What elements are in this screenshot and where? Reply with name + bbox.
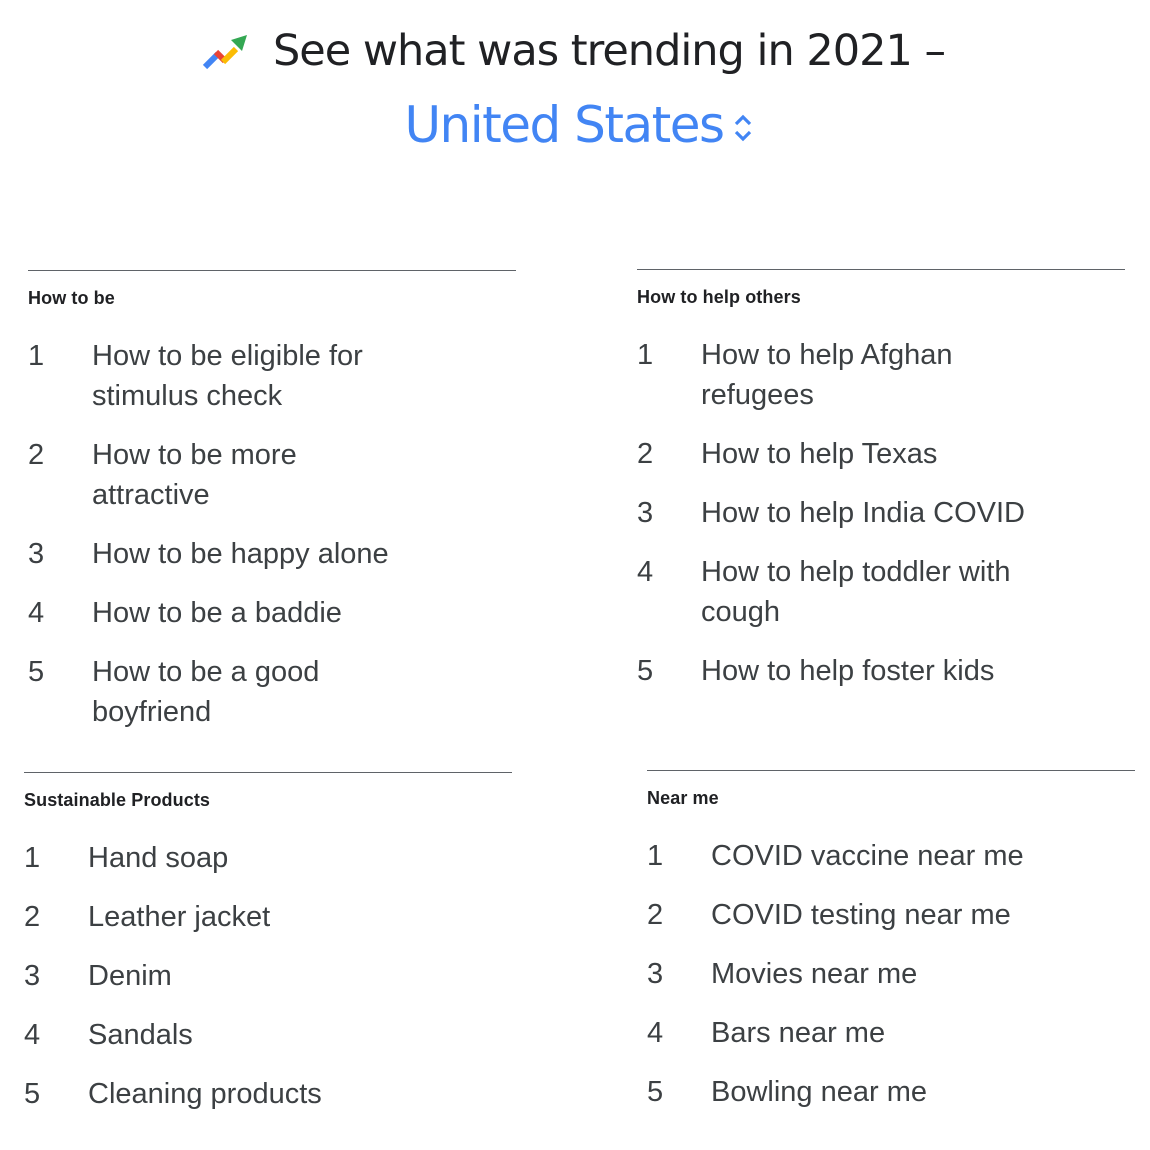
rank-number: 4 <box>637 556 654 588</box>
list-item[interactable]: 4 Sandals <box>24 1015 512 1055</box>
page-title: See what was trending in 2021 – <box>273 26 946 76</box>
list-item[interactable]: 1 COVID vaccine near me <box>647 836 1135 876</box>
section-title: How to be <box>28 288 115 308</box>
list-item[interactable]: 3 How to be happy alone <box>28 534 516 574</box>
trend-list: 1 How to help Afghan refugees 2 How to hel… <box>637 335 1125 691</box>
rank-number: 2 <box>24 901 41 933</box>
trend-text[interactable]: How to be eligible for stimulus check <box>92 336 392 416</box>
list-item[interactable]: 4 Bars near me <box>647 1013 1135 1053</box>
trend-text[interactable]: How to help India COVID <box>701 493 1025 533</box>
list-item[interactable]: 3 How to help India COVID <box>637 493 1125 533</box>
rank-number: 4 <box>24 1019 41 1051</box>
list-item[interactable]: 2 How to be more attractive <box>28 435 516 515</box>
page-header: See what was trending in 2021 – United S… <box>0 0 1150 170</box>
rank-number: 4 <box>647 1017 664 1049</box>
rank-number: 1 <box>28 340 45 372</box>
trend-list: 1 COVID vaccine near me 2 COVID testing ne… <box>647 836 1135 1112</box>
trend-text[interactable]: How to help Afghan refugees <box>701 335 1031 415</box>
rank-number: 2 <box>647 899 664 931</box>
trend-text[interactable]: How to be a good boyfriend <box>92 652 392 732</box>
rank-number: 5 <box>637 655 654 687</box>
list-item[interactable]: 5 Bowling near me <box>647 1072 1135 1112</box>
trend-text[interactable]: How to help foster kids <box>701 651 994 691</box>
region-name[interactable]: United States <box>404 96 725 154</box>
title-row: See what was trending in 2021 – <box>0 26 1150 76</box>
trend-text[interactable]: COVID vaccine near me <box>711 836 1024 876</box>
rank-number: 3 <box>637 497 654 529</box>
section-title: Sustainable Products <box>24 790 211 810</box>
rank-number: 5 <box>24 1078 41 1110</box>
trend-text[interactable]: Leather jacket <box>88 897 270 937</box>
rank-number: 1 <box>24 842 41 874</box>
list-item[interactable]: 3 Denim <box>24 956 512 996</box>
section-divider <box>637 269 1125 270</box>
trending-arrow-icon <box>202 35 247 70</box>
list-item[interactable]: 1 How to be eligible for stimulus check <box>28 336 516 416</box>
list-item[interactable]: 4 How to help toddler with cough <box>637 552 1125 632</box>
region-selector[interactable]: United States <box>404 96 753 154</box>
section-sustainable-products: Sustainable Products 1 Hand soap 2 Leather… <box>24 772 512 1133</box>
rank-number: 4 <box>28 597 45 629</box>
section-divider <box>28 270 516 271</box>
rank-number: 5 <box>28 656 45 688</box>
trend-text[interactable]: How to help Texas <box>701 434 937 474</box>
rank-number: 5 <box>647 1076 664 1108</box>
rank-number: 3 <box>647 958 664 990</box>
trend-text[interactable]: How to be more attractive <box>92 435 392 515</box>
list-item[interactable]: 4 How to be a baddie <box>28 593 516 633</box>
region-row: United States <box>0 96 1150 154</box>
section-how-to-be: How to be 1 How to be eligible for stimul… <box>28 270 516 751</box>
section-divider <box>24 772 512 773</box>
list-item[interactable]: 5 Cleaning products <box>24 1074 512 1114</box>
trend-text[interactable]: Hand soap <box>88 838 228 878</box>
list-item[interactable]: 3 Movies near me <box>647 954 1135 994</box>
trend-text[interactable]: Sandals <box>88 1015 193 1055</box>
up-down-chevron-icon[interactable] <box>732 111 754 145</box>
list-item[interactable]: 1 How to help Afghan refugees <box>637 335 1125 415</box>
trend-list: 1 How to be eligible for stimulus check 2… <box>28 336 516 732</box>
section-how-to-help-others: How to help others 1 How to help Afghan r… <box>637 269 1125 710</box>
section-title: Near me <box>647 788 719 808</box>
list-item[interactable]: 5 How to help foster kids <box>637 651 1125 691</box>
section-title: How to help others <box>637 287 801 307</box>
trend-text[interactable]: How to be happy alone <box>92 534 389 574</box>
list-item[interactable]: 2 COVID testing near me <box>647 895 1135 935</box>
trend-text[interactable]: How to help toddler with cough <box>701 552 1031 632</box>
list-item[interactable]: 2 Leather jacket <box>24 897 512 937</box>
list-item[interactable]: 1 Hand soap <box>24 838 512 878</box>
rank-number: 2 <box>28 439 45 471</box>
trend-text[interactable]: Denim <box>88 956 172 996</box>
trend-text[interactable]: Movies near me <box>711 954 917 994</box>
list-item[interactable]: 2 How to help Texas <box>637 434 1125 474</box>
trend-text[interactable]: COVID testing near me <box>711 895 1011 935</box>
section-near-me: Near me 1 COVID vaccine near me 2 COVID te… <box>647 770 1135 1131</box>
section-divider <box>647 770 1135 771</box>
trend-text[interactable]: Bowling near me <box>711 1072 927 1112</box>
trend-text[interactable]: How to be a baddie <box>92 593 342 633</box>
trend-text[interactable]: Cleaning products <box>88 1074 322 1114</box>
rank-number: 3 <box>24 960 41 992</box>
trend-list: 1 Hand soap 2 Leather jacket 3 Denim 4 Sanda… <box>24 838 512 1114</box>
trend-text[interactable]: Bars near me <box>711 1013 885 1053</box>
rank-number: 1 <box>637 339 654 371</box>
rank-number: 3 <box>28 538 45 570</box>
rank-number: 2 <box>637 438 654 470</box>
list-item[interactable]: 5 How to be a good boyfriend <box>28 652 516 732</box>
rank-number: 1 <box>647 840 664 872</box>
